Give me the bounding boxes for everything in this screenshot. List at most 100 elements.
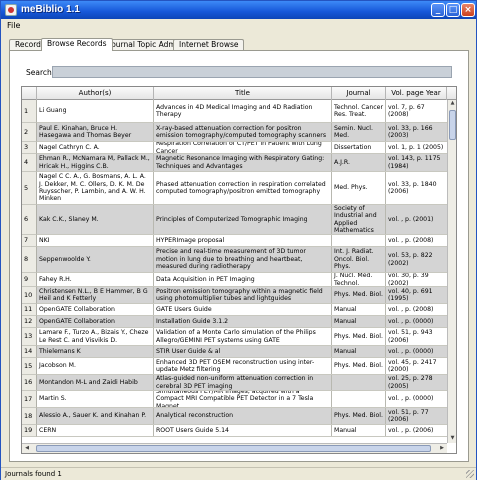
row-number[interactable]: 17 bbox=[22, 391, 37, 408]
horizontal-scrollbar[interactable]: ◀ ▶ bbox=[22, 443, 447, 453]
maximize-button[interactable]: □ bbox=[446, 3, 460, 17]
table-row[interactable]: Kak C.K., Slaney M. Principles of Compute… bbox=[37, 205, 447, 235]
vertical-scroll-thumb[interactable] bbox=[449, 110, 456, 140]
search-input[interactable] bbox=[52, 66, 452, 78]
scroll-right-icon[interactable]: ▶ bbox=[438, 445, 446, 452]
row-number[interactable]: 13 bbox=[22, 328, 37, 346]
cell-title: Advances in 4D Medical Imaging and 4D Ra… bbox=[154, 100, 332, 122]
vertical-scrollbar[interactable]: ▲ ▼ bbox=[447, 100, 456, 443]
row-number[interactable]: 3 bbox=[22, 142, 37, 154]
cell-title: Enhanced 3D PET OSEM reconstruction usin… bbox=[154, 358, 332, 374]
cell-vol-page-year: vol. 33, p. 166 (2003) bbox=[388, 124, 433, 139]
cell-authors: Montandon M-L and Zaidi Habib bbox=[37, 375, 154, 390]
row-number[interactable]: 18 bbox=[22, 408, 37, 425]
cell-vol-page-year: vol. , p. (0000) bbox=[388, 395, 434, 403]
table-row[interactable]: Montandon M-L and Zaidi Habib Atlas-guide… bbox=[37, 375, 447, 391]
row-number[interactable]: 9 bbox=[22, 273, 37, 287]
table-row[interactable]: Fahey R.H. Data Acquisition in PET Imagin… bbox=[37, 273, 447, 287]
resize-grip-icon[interactable] bbox=[466, 470, 474, 478]
table-row[interactable]: Martin S. Simultaneous PET/MR Images, acq… bbox=[37, 391, 447, 408]
cell-title: X-ray-based attenuation correction for p… bbox=[154, 123, 332, 141]
tab-browse-records[interactable]: Browse Records bbox=[41, 38, 113, 51]
row-number[interactable]: 4 bbox=[22, 154, 37, 172]
cell-vol-page-year: vol. , p. (0000) bbox=[388, 317, 434, 325]
cell-authors: Lamare F., Turzo A., Bizais Y., Cheze Le… bbox=[37, 328, 154, 345]
cell-title: ROOT Users Guide 5.14 bbox=[154, 425, 332, 436]
cell-authors: OpenGATE Collaboration bbox=[37, 304, 154, 315]
header-authors[interactable]: Author(s) bbox=[37, 87, 154, 100]
table-row[interactable]: Christensen N.L., B E Hammer, B G Heil a… bbox=[37, 287, 447, 304]
scroll-up-icon[interactable]: ▲ bbox=[449, 100, 456, 108]
table-row[interactable]: NKI HYPERImage proposal vol. , p. (2008) bbox=[37, 235, 447, 247]
minimize-button[interactable]: _ bbox=[431, 3, 445, 17]
table-row[interactable]: Nagel C C. A., G. Bosmans, A. L. A. J. D… bbox=[37, 172, 447, 205]
row-number[interactable]: 10 bbox=[22, 287, 37, 304]
cell-journal: Technol. Cancer Res. Treat. bbox=[332, 100, 386, 122]
table-row[interactable]: Ehman R., McNamara M, Pallack M., Hricak… bbox=[37, 154, 447, 172]
table-row[interactable]: Nagel Cathryn C. A. Respiration Correlati… bbox=[37, 142, 447, 154]
table-row[interactable]: OpenGATE Collaboration Installation Guide… bbox=[37, 316, 447, 328]
cell-authors: NKI bbox=[37, 235, 154, 246]
records-table: Author(s) Title Journal Vol. page Year 1… bbox=[21, 86, 457, 454]
horizontal-scroll-thumb[interactable] bbox=[36, 445, 431, 452]
row-number[interactable]: 12 bbox=[22, 316, 37, 328]
cell-title: Atlas-guided non-uniform attenuation cor… bbox=[154, 375, 332, 390]
table-row[interactable]: Paul E. Kinahan, Bruce H. Hasegawa and T… bbox=[37, 123, 447, 142]
header-vol-page-year[interactable]: Vol. page Year bbox=[386, 87, 447, 100]
cell-title: Validation of a Monte Carlo simulation o… bbox=[154, 328, 332, 345]
row-number[interactable]: 1 bbox=[22, 100, 37, 123]
cell-journal: Manual bbox=[332, 316, 386, 327]
close-button[interactable]: × bbox=[461, 3, 475, 17]
table-row[interactable]: Thielemans K STIR User Guide & al Manual vo… bbox=[37, 346, 447, 358]
cell-authors: Li Guang bbox=[37, 100, 154, 122]
table-row[interactable]: Jacobson M. Enhanced 3D PET OSEM reconstr… bbox=[37, 358, 447, 375]
cell-vol-page-year: vol. 30, p. 39 (2002) bbox=[388, 273, 429, 286]
cell-authors: Fahey R.H. bbox=[37, 273, 154, 286]
cell-authors: Martin S. bbox=[37, 391, 154, 407]
cell-vol-page-year: vol. 51, p. 943 (2006) bbox=[388, 329, 433, 344]
table-row[interactable]: OpenGATE Collaboration GATE Users Guide Ma… bbox=[37, 304, 447, 316]
menu-file[interactable]: File bbox=[7, 21, 20, 30]
menu-bar: File bbox=[1, 19, 476, 33]
cell-journal: Phys. Med. Biol. bbox=[332, 408, 386, 424]
cell-authors: Ehman R., McNamara M, Pallack M., Hricak… bbox=[37, 154, 154, 171]
scroll-left-icon[interactable]: ◀ bbox=[23, 445, 31, 452]
row-number[interactable]: 8 bbox=[22, 247, 37, 273]
table-row[interactable]: Lamare F., Turzo A., Bizais Y., Cheze Le… bbox=[37, 328, 447, 346]
cell-title: Phased attenuation correction in respira… bbox=[154, 172, 332, 204]
row-number[interactable]: 11 bbox=[22, 304, 37, 316]
row-number[interactable]: 7 bbox=[22, 235, 37, 247]
row-number[interactable]: 19 bbox=[22, 425, 37, 437]
cell-vol-page-year: vol. , p. (2008) bbox=[388, 305, 434, 313]
cell-authors: OpenGATE Collaboration bbox=[37, 316, 154, 327]
table-row[interactable]: Alessio A., Sauer K. and Kinahan P. Analy… bbox=[37, 408, 447, 425]
cell-journal: Med. Phys. bbox=[332, 172, 386, 204]
row-number[interactable]: 2 bbox=[22, 123, 37, 142]
cell-title: Magnetic Resonance Imaging with Respirat… bbox=[154, 154, 332, 171]
cell-vol-page-year: vol. , p. (2008) bbox=[388, 236, 434, 244]
table-row[interactable]: Seppenwoolde Y. Precise and real-time mea… bbox=[37, 247, 447, 273]
cell-title: Principles of Computerized Tomographic I… bbox=[154, 205, 332, 234]
table-row[interactable]: Li Guang Advances in 4D Medical Imaging a… bbox=[37, 100, 447, 123]
cell-vol-page-year: vol. , p. (2006) bbox=[388, 426, 434, 434]
cell-vol-page-year: vol. 1, p. 1 (2005) bbox=[388, 143, 444, 151]
cell-vol-page-year: vol. 7, p. 67 (2008) bbox=[388, 103, 425, 118]
cell-journal bbox=[332, 391, 386, 407]
header-journal[interactable]: Journal bbox=[332, 87, 386, 100]
cell-journal: Dissertation bbox=[332, 142, 386, 153]
scroll-down-icon[interactable]: ▼ bbox=[449, 435, 456, 443]
cell-journal: Phys. Med. Biol. bbox=[332, 328, 386, 345]
tab-internet-browse[interactable]: Internet Browse bbox=[173, 39, 245, 50]
header-title[interactable]: Title bbox=[154, 87, 332, 100]
row-number[interactable]: 6 bbox=[22, 205, 37, 235]
table-row[interactable]: CERN ROOT Users Guide 5.14 Manual vol. , p.… bbox=[37, 425, 447, 437]
row-number[interactable]: 16 bbox=[22, 375, 37, 391]
title-bar[interactable]: meBiblio 1.1 _ □ × bbox=[1, 1, 476, 19]
cell-authors: CERN bbox=[37, 425, 154, 436]
cell-vol-page-year: vol. 143, p. 1175 (1984) bbox=[388, 155, 441, 170]
row-number[interactable]: 15 bbox=[22, 358, 37, 375]
cell-vol-page-year: vol. 53, p. 822 (2002) bbox=[388, 252, 433, 267]
cell-title: STIR User Guide & al bbox=[154, 346, 332, 357]
row-number[interactable]: 5 bbox=[22, 172, 37, 205]
row-number[interactable]: 14 bbox=[22, 346, 37, 358]
